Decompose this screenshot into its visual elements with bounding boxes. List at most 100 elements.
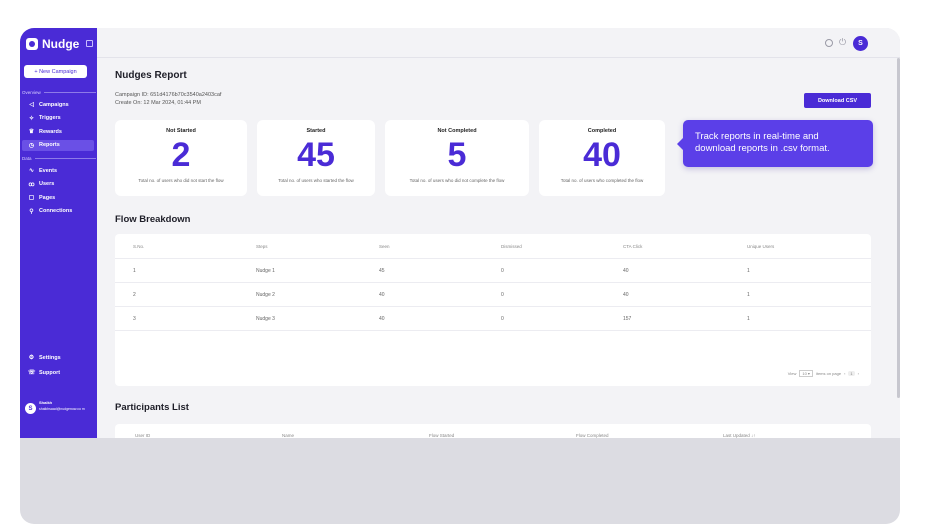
stat-card-completed: Completed 40 Total no. of users who comp… (539, 120, 665, 196)
table-header-row: User ID Name Flow Started Flow Completed Las… (115, 424, 871, 438)
sidebar-item-events[interactable]: ∿ Events (22, 165, 94, 176)
table-cell: 1 (747, 315, 750, 322)
sidebar-collapse-icon[interactable] (86, 40, 93, 47)
page-icon: ▢ (28, 195, 35, 201)
column-header[interactable]: Flow Completed (576, 433, 609, 438)
stat-desc: Total no. of users who did not start the… (138, 178, 224, 183)
page-title: Nudges Report (115, 70, 187, 81)
lightning-icon: ✧ (28, 115, 35, 122)
power-icon[interactable]: ⏻ (839, 37, 846, 48)
sidebar-item-reports[interactable]: ◷ Reports (22, 139, 94, 151)
screenshot-frame: Nudge + New Campaign Overview ◁ Campaigns… (20, 28, 900, 524)
table-cell: 0 (501, 291, 504, 298)
column-header[interactable]: CTA Click (623, 244, 642, 249)
stat-title: Started (306, 128, 326, 134)
data-section-label: Data (22, 156, 96, 161)
topbar: ⏻ S (97, 28, 900, 58)
app-window: Nudge + New Campaign Overview ◁ Campaigns… (20, 28, 900, 438)
clock-icon: ◷ (28, 142, 35, 149)
table-cell: 40 (623, 291, 629, 298)
sidebar-item-campaigns[interactable]: ◁ Campaigns (22, 99, 94, 110)
link-icon: ⚲ (29, 208, 34, 215)
avatar: S (25, 403, 36, 414)
sidebar-item-rewards[interactable]: ♛ Rewards (22, 126, 94, 137)
sidebar: Nudge + New Campaign Overview ◁ Campaigns… (20, 28, 97, 438)
overview-section-label: Overview (22, 90, 96, 95)
nudge-logo-icon (26, 38, 38, 50)
table-cell: 0 (501, 267, 504, 274)
brand-name: Nudge (42, 37, 80, 51)
report-content: Nudges Report Campaign ID: 651d4176b70c3… (97, 58, 900, 438)
settings-icon: ⚙ (28, 355, 35, 361)
pager-view-label: View (787, 371, 797, 376)
table-cell: 40 (623, 267, 629, 274)
page-scrollbar[interactable] (897, 58, 900, 398)
table-cell: 1 (747, 291, 750, 298)
user-profile[interactable]: S Shaikh shaikhsaad@nudgenow.co m (20, 394, 97, 428)
user-name: Shaikh (39, 400, 53, 405)
sidebar-item-label: Pages (39, 194, 56, 201)
new-campaign-button[interactable]: + New Campaign (24, 65, 87, 78)
column-header[interactable]: Seen (379, 244, 390, 249)
stat-value: 40 (583, 136, 621, 174)
sidebar-item-triggers[interactable]: ✧ Triggers (22, 113, 94, 124)
table-cell: 0 (501, 315, 504, 322)
feature-tooltip: Track reports in real-time and download … (677, 120, 873, 167)
column-header[interactable]: S.No. (133, 244, 144, 249)
sidebar-item-label: Connections (39, 208, 73, 214)
pager-items-label: items on page (815, 371, 842, 376)
column-header[interactable]: Name (282, 433, 294, 438)
participants-list-title: Participants List (115, 402, 189, 413)
sidebar-item-label: Support (39, 369, 61, 376)
column-header[interactable]: Steps (256, 244, 268, 249)
column-header[interactable]: Flow Started (429, 433, 454, 438)
events-icon: ∿ (28, 168, 35, 174)
sidebar-item-pages[interactable]: ▢ Pages (22, 192, 94, 203)
table-cell: Nudge 2 (256, 291, 275, 298)
sidebar-item-connections[interactable]: ⚲ Connections (22, 206, 94, 217)
column-header[interactable]: Unique Users (747, 244, 774, 249)
flow-breakdown-table: S.No. Steps Seen Dismissed CTA Click Unique U… (115, 234, 871, 386)
sidebar-item-label: Campaigns (39, 101, 69, 108)
table-cell: Nudge 3 (256, 315, 275, 322)
campaign-id: Campaign ID: 651d4176b70c3540a2403caf (115, 92, 222, 98)
gear-icon[interactable] (825, 39, 833, 47)
table-row[interactable]: 2 Nudge 2 40 0 40 1 (115, 283, 871, 307)
stat-card-not-completed: Not Completed 5 Total no. of users who d… (385, 120, 529, 196)
sidebar-item-label: Rewards (39, 128, 62, 135)
table-cell: 157 (623, 315, 632, 322)
page-number-button[interactable]: 1 (848, 371, 855, 376)
column-header[interactable]: User ID (135, 433, 150, 438)
table-cell: 3 (133, 315, 136, 322)
table-row[interactable]: 1 Nudge 1 45 0 40 1 (115, 259, 871, 283)
table-cell: Nudge 1 (256, 267, 275, 274)
table-cell: 2 (133, 291, 136, 298)
stat-card-not-started: Not Started 2 Total no. of users who did… (115, 120, 247, 196)
sidebar-item-label: Reports (39, 142, 60, 148)
stat-desc: Total no. of users who started the flow (278, 178, 354, 183)
column-header[interactable]: Dismissed (501, 244, 522, 249)
stat-desc: Total no. of users who completed the flo… (560, 178, 644, 183)
created-on: Create On: 12 Mar 2024, 01:44 PM (115, 100, 201, 106)
column-header[interactable]: Last Updated ↓↑ (723, 433, 756, 438)
per-page-value: 10 (802, 371, 807, 376)
sidebar-item-label: Settings (39, 354, 61, 361)
brand[interactable]: Nudge (26, 37, 79, 51)
sidebar-item-settings[interactable]: ⚙ Settings (22, 352, 94, 363)
megaphone-icon: ◁ (29, 102, 34, 108)
stat-desc: Total no. of users who did not complete … (409, 178, 505, 183)
download-csv-button[interactable]: Download CSV (804, 93, 871, 108)
sidebar-item-users[interactable]: ꝏ Users (22, 179, 94, 190)
stat-title: Completed (587, 128, 617, 134)
table-row[interactable]: 3 Nudge 3 40 0 157 1 (115, 307, 871, 331)
table-cell: 1 (747, 267, 750, 274)
avatar[interactable]: S (853, 36, 868, 51)
prev-page-button[interactable]: ‹ (844, 371, 845, 376)
flow-breakdown-title: Flow Breakdown (115, 214, 191, 225)
user-email: shaikhsaad@nudgenow.co m (39, 407, 85, 411)
sidebar-item-label: Users (39, 181, 55, 187)
per-page-select[interactable]: 10 ▾ (799, 370, 813, 377)
pagination: View 10 ▾ items on page ‹ 1 › (788, 370, 859, 377)
sidebar-item-support[interactable]: ☏ Support (22, 367, 94, 378)
next-page-button[interactable]: › (858, 371, 859, 376)
